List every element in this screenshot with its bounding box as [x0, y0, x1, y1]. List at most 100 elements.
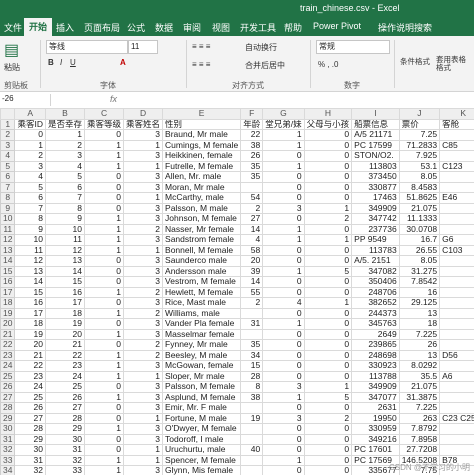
cell[interactable]: 0	[83, 255, 125, 267]
cell[interactable]: 4	[14, 171, 46, 183]
row-header[interactable]: 9	[0, 202, 16, 214]
column-header[interactable]: K	[439, 108, 474, 120]
cell[interactable]: O'Dwyer, M female	[162, 423, 242, 435]
cell[interactable]: Futrelle, M female	[162, 160, 242, 172]
cell[interactable]	[439, 150, 474, 162]
cell[interactable]: 3	[123, 129, 164, 141]
cell[interactable]: 2	[240, 297, 264, 309]
row-header[interactable]: 19	[0, 307, 16, 319]
tab-page-layout[interactable]: 页面布局	[84, 21, 120, 34]
cell[interactable]: 3	[262, 381, 305, 393]
cell[interactable]: 7.225	[398, 402, 441, 414]
cell[interactable]: 3	[123, 150, 164, 162]
cell[interactable]: 10	[44, 223, 86, 235]
cell[interactable]: McCarthy, male	[162, 192, 242, 204]
cell[interactable]: 0	[83, 192, 125, 204]
cell[interactable]: Palsson, M male	[162, 202, 242, 214]
cell[interactable]: 27	[240, 213, 264, 225]
cell[interactable]: 71.2833	[398, 139, 441, 151]
cell[interactable]: 0	[262, 433, 305, 445]
cell[interactable]: 14	[240, 223, 264, 235]
tab-view[interactable]: 视图	[212, 21, 230, 34]
cell[interactable]: 0	[83, 129, 125, 141]
cell[interactable]: 1	[303, 234, 353, 246]
cell[interactable]: Spencer, M female	[162, 454, 242, 466]
cell[interactable]: 8	[14, 213, 46, 225]
cell[interactable]: 8.05	[398, 255, 441, 267]
cell[interactable]: 14	[240, 276, 264, 288]
cell[interactable]: 39	[240, 265, 264, 277]
cell[interactable]: 0	[262, 360, 305, 372]
tab-data[interactable]: 数据	[155, 21, 173, 34]
cell[interactable]: 1	[123, 244, 164, 256]
cell[interactable]: 239865	[351, 339, 400, 351]
cell[interactable]: 4	[44, 160, 86, 172]
cell[interactable]: 0	[262, 171, 305, 183]
cell[interactable]: A/5. 2151	[351, 255, 400, 267]
cell[interactable]: 2	[123, 286, 164, 298]
cell[interactable]: 0	[303, 465, 353, 475]
cell[interactable]: 0	[83, 339, 125, 351]
cell[interactable]: 0	[303, 150, 353, 162]
tab-formulas[interactable]: 公式	[127, 21, 145, 34]
select-all-corner[interactable]	[0, 108, 16, 120]
cell[interactable]: 1	[83, 423, 125, 435]
cell[interactable]	[240, 454, 264, 466]
cell[interactable]: 0	[303, 360, 353, 372]
cell[interactable]: 8.4583	[398, 181, 441, 193]
cell[interactable]: 0	[83, 171, 125, 183]
cell[interactable]: 53.1	[398, 160, 441, 172]
cell[interactable]: Allen, Mr. male	[162, 171, 242, 183]
row-header[interactable]: 31	[0, 433, 16, 445]
cell[interactable]: 28	[240, 370, 264, 382]
cell[interactable]: 350406	[351, 276, 400, 288]
cell[interactable]: Todoroff, I male	[162, 433, 242, 445]
cell[interactable]: 票价	[398, 118, 441, 130]
row-header[interactable]: 2	[0, 129, 16, 141]
cell[interactable]: 25	[14, 391, 46, 403]
row-header[interactable]: 1	[0, 118, 16, 130]
cell[interactable]: 8	[240, 381, 264, 393]
row-header[interactable]: 28	[0, 402, 16, 414]
cell[interactable]: 0	[262, 349, 305, 361]
cell[interactable]	[439, 423, 474, 435]
cell[interactable]: 0	[262, 192, 305, 204]
cell[interactable]: 3	[123, 423, 164, 435]
cell[interactable]: 0	[303, 339, 353, 351]
cell[interactable]: 10	[14, 234, 46, 246]
cell[interactable]: 16.7	[398, 234, 441, 246]
cell[interactable]: Palsson, M female	[162, 381, 242, 393]
cell[interactable]: 12	[44, 244, 86, 256]
cell[interactable]: 1	[83, 139, 125, 151]
cell[interactable]: 30	[14, 444, 46, 456]
cell[interactable]	[439, 265, 474, 277]
paste-icon[interactable]: ▤	[4, 40, 19, 60]
row-header[interactable]: 27	[0, 391, 16, 403]
cell[interactable]: 3	[123, 255, 164, 267]
cell[interactable]: 0	[83, 318, 125, 330]
row-header[interactable]: 4	[0, 150, 16, 162]
cell[interactable]: 3	[123, 181, 164, 193]
cell[interactable]: 1	[44, 129, 86, 141]
cell[interactable]: 0	[262, 244, 305, 256]
cell[interactable]: 2	[303, 213, 353, 225]
cell[interactable]: Rice, Mast male	[162, 297, 242, 309]
cell[interactable]: Braund, Mr male	[162, 129, 242, 141]
cell[interactable]: 17463	[351, 192, 400, 204]
cell[interactable]: 349909	[351, 202, 400, 214]
cell[interactable]: 0	[303, 454, 353, 466]
cell[interactable]: 1	[83, 213, 125, 225]
cell[interactable]: 0	[303, 139, 353, 151]
cell[interactable]: 3	[123, 171, 164, 183]
cell[interactable]: 性别	[162, 118, 242, 130]
cell[interactable]: 0	[262, 423, 305, 435]
cell[interactable]: 20	[14, 339, 46, 351]
row-header[interactable]: 18	[0, 297, 16, 309]
tab-search[interactable]: 操作说明搜索	[378, 21, 432, 34]
cell[interactable]	[439, 402, 474, 414]
cell[interactable]: 17	[44, 297, 86, 309]
cell[interactable]: 1	[303, 381, 353, 393]
cell[interactable]: 1	[123, 454, 164, 466]
cell[interactable]: 27	[44, 402, 86, 414]
cell[interactable]: 2	[44, 139, 86, 151]
